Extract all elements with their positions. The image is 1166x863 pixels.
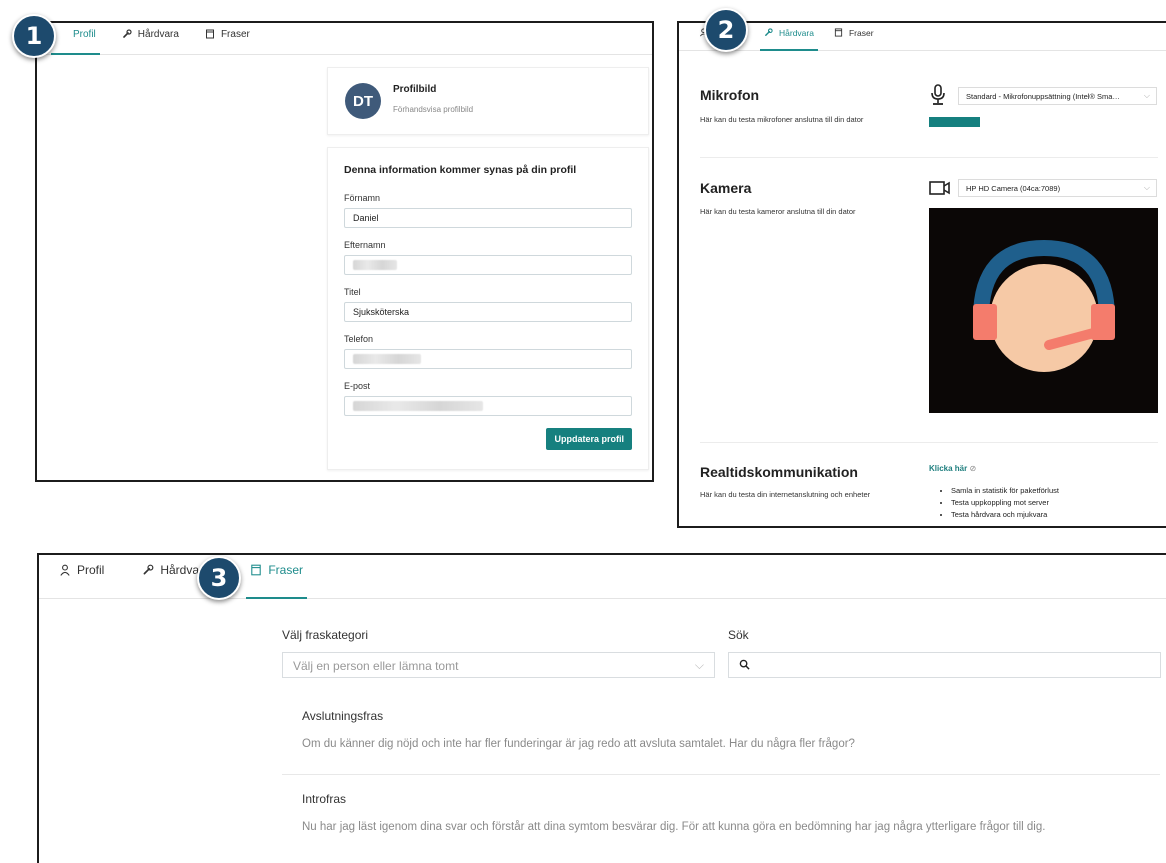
microphone-section-title: Mikrofon [700, 87, 760, 103]
tab-bar: Profil Hårdvara Fraser [37, 23, 652, 55]
profile-picture-card: DT Profilbild Förhandsvisa profilbild [327, 67, 649, 135]
profile-picture-preview-link[interactable]: Förhandsvisa profilbild [393, 105, 473, 114]
tab-label: Profil [73, 28, 96, 40]
search-label: Sök [728, 628, 749, 642]
headset-avatar-icon [973, 239, 1115, 372]
tab-label: Fraser [220, 28, 250, 40]
note-icon [205, 29, 215, 39]
phrase-category-select[interactable]: Välj en person eller lämna tomt ⌵ [282, 652, 715, 678]
tab-hardvara[interactable]: Hårdvara [760, 23, 818, 51]
microphone-level-bar [929, 117, 980, 127]
note-icon [834, 28, 843, 37]
list-item: Testa hårdvara och mjukvara [951, 509, 1059, 521]
email-label: E-post [344, 381, 371, 391]
list-item: Testa uppkoppling mot server [951, 497, 1059, 509]
email-field[interactable] [344, 396, 632, 416]
hardware-panel-screenshot: Hårdvara Fraser Mikrofon Här kan du test… [677, 21, 1166, 528]
rtc-section-title: Realtidskommunikation [700, 464, 858, 480]
microphone-section-subtitle: Här kan du testa mikrofoner anslutna til… [700, 115, 864, 124]
chevron-down-icon: ⌵ [694, 658, 704, 672]
list-item: Samla in statistik för paketförlust [951, 485, 1059, 497]
profile-picture-title: Profilbild [393, 84, 437, 95]
tab-label: Fraser [268, 562, 304, 577]
tab-label: Hårdvara [137, 28, 179, 40]
camera-select-value: HP HD Camera (04ca:7089) [966, 184, 1061, 193]
first-name-label: Förnamn [344, 193, 381, 203]
first-name-field[interactable]: Daniel [344, 208, 632, 228]
camera-icon [929, 179, 951, 197]
chevron-down-icon: ⌵ [1143, 91, 1150, 100]
section-divider [700, 442, 1158, 443]
tab-profil[interactable]: Profil [51, 23, 100, 55]
avatar[interactable]: DT [345, 83, 381, 119]
camera-select[interactable]: HP HD Camera (04ca:7089) ⌵ [958, 179, 1157, 197]
microphone-select[interactable]: Standard - Mikrofonuppsättning (Intel® S… [958, 87, 1157, 105]
tab-label: Profil [77, 562, 105, 577]
step-badge-3: 3 [197, 556, 241, 600]
camera-section-title: Kamera [700, 180, 752, 196]
tab-hardvara[interactable]: Hårdvara [122, 23, 179, 54]
last-name-field[interactable] [344, 255, 632, 275]
tab-label: Fraser [848, 27, 874, 38]
phone-label: Telefon [344, 334, 374, 344]
tab-fraser[interactable]: Fraser [205, 23, 250, 54]
phrase-item-text[interactable]: Nu har jag läst igenom dina svar och för… [302, 818, 1122, 836]
phrase-divider [282, 774, 1160, 775]
tab-label: Hårdvara [779, 27, 814, 38]
phrases-panel-screenshot: Profil Hårdvara Fraser Välj fraskategori… [37, 553, 1166, 863]
phrase-item-title[interactable]: Introfras [302, 792, 346, 806]
profile-info-card: Denna information kommer synas på din pr… [327, 147, 649, 470]
phrase-category-placeholder: Välj en person eller lämna tomt [293, 659, 459, 673]
section-divider [700, 157, 1158, 158]
rtc-section-subtitle: Här kan du testa din internetanslutning … [700, 490, 871, 499]
user-icon [59, 564, 71, 576]
title-label: Titel [344, 287, 361, 297]
microphone-icon [929, 84, 947, 106]
redacted-value [353, 354, 421, 364]
camera-section-subtitle: Här kan du testa kameror anslutna till d… [700, 207, 856, 216]
tab-profil[interactable]: Profil [59, 555, 104, 598]
chevron-down-icon: ⌵ [1143, 183, 1150, 192]
rtc-feature-list: Samla in statistik för paketförlust Test… [941, 485, 1059, 521]
note-icon [250, 564, 262, 576]
wrench-icon [142, 564, 154, 576]
wrench-icon [764, 28, 773, 37]
search-icon [739, 659, 750, 670]
wrench-icon [122, 29, 132, 39]
tab-fraser[interactable]: Fraser [834, 23, 874, 50]
step-badge-1: 1 [12, 14, 56, 58]
search-input[interactable] [728, 652, 1161, 678]
tab-fraser[interactable]: Fraser [246, 555, 307, 599]
rtc-test-link-label: Klicka här [929, 464, 968, 473]
rtc-test-link[interactable]: Klicka här ⊘ [929, 464, 976, 473]
redacted-value [353, 260, 397, 270]
last-name-label: Efternamn [344, 240, 386, 250]
profile-panel-screenshot: Profil Hårdvara Fraser DT Profilbild För… [35, 21, 654, 482]
tab-bar: Hårdvara Fraser [679, 23, 1166, 51]
phrase-category-label: Välj fraskategori [282, 628, 369, 642]
phrase-item-text[interactable]: Om du känner dig nöjd och inte har fler … [302, 735, 1132, 753]
camera-preview [929, 208, 1158, 413]
redacted-value [353, 401, 483, 411]
external-link-icon: ⊘ [969, 464, 977, 473]
step-badge-2: 2 [704, 8, 748, 52]
profile-info-heading: Denna information kommer synas på din pr… [344, 164, 577, 176]
microphone-select-value: Standard - Mikrofonuppsättning (Intel® S… [966, 92, 1120, 101]
title-field[interactable]: Sjuksköterska [344, 302, 632, 322]
phone-field[interactable] [344, 349, 632, 369]
phrase-item-title[interactable]: Avslutningsfras [302, 709, 383, 723]
update-profile-button[interactable]: Uppdatera profil [546, 428, 632, 450]
